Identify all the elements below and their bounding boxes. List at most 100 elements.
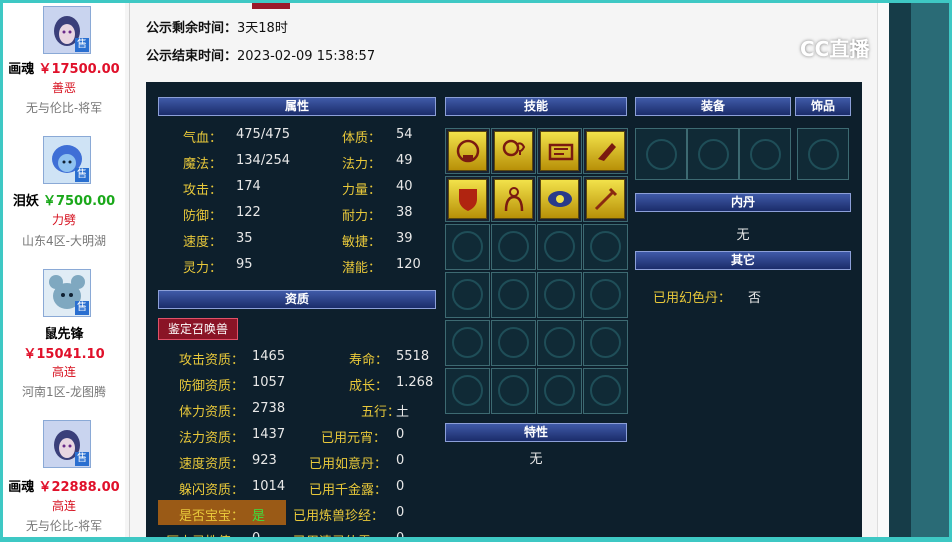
- pet-server: 无与伦比-将军: [25, 519, 103, 533]
- aptitude-value: 923: [252, 453, 277, 468]
- empty-skill-slot[interactable]: [583, 272, 628, 318]
- empty-slot-icon: [590, 279, 621, 310]
- attribute-label: 灵力：: [183, 261, 223, 276]
- pet-price: ￥17500.00: [38, 62, 120, 77]
- attribute-value: 120: [396, 257, 421, 272]
- accessory-slot[interactable]: [797, 128, 849, 180]
- aptitude-label: 已用炼兽珍经：: [293, 509, 385, 524]
- attribute-value: 35: [236, 231, 253, 246]
- skill-tile: [494, 179, 533, 219]
- empty-skill-slot[interactable]: [445, 368, 490, 414]
- aptitude-label: 攻击资质：: [179, 353, 245, 368]
- empty-skill-slot[interactable]: [537, 320, 582, 366]
- skill-slot[interactable]: [445, 128, 490, 174]
- empty-skill-slot[interactable]: [491, 224, 536, 270]
- skill-slot[interactable]: [491, 128, 536, 174]
- empty-slot-icon: [452, 231, 483, 262]
- red-shield-icon: [459, 189, 477, 211]
- pet-avatar[interactable]: 售: [43, 269, 91, 317]
- empty-slot-icon: [452, 279, 483, 310]
- equipment-slot[interactable]: [739, 128, 791, 180]
- aptitude-label: 已用千金露：: [309, 483, 388, 498]
- aptitude-label: 躲闪资质：: [179, 483, 245, 498]
- empty-slot-icon: [590, 327, 621, 358]
- pet-server: 山东4区-大明湖: [22, 234, 106, 248]
- aptitude-value: 0: [396, 505, 405, 520]
- empty-skill-slot[interactable]: [583, 320, 628, 366]
- pet-avatar[interactable]: 售: [43, 420, 91, 468]
- page-frame: 售 画魂 ￥17500.00 善恶 无与伦比-将军 售 泪妖 ￥7500.00 …: [3, 3, 949, 537]
- skill-slot[interactable]: [537, 128, 582, 174]
- empty-skill-slot[interactable]: [537, 224, 582, 270]
- empty-skill-slot[interactable]: [537, 368, 582, 414]
- pet-trait: 高连: [51, 499, 76, 513]
- empty-skill-slot[interactable]: [583, 224, 628, 270]
- attribute-label: 速度：: [183, 235, 223, 250]
- skill-slot[interactable]: [445, 176, 490, 222]
- attribute-value: 40: [396, 179, 413, 194]
- empty-slot-icon: [750, 139, 781, 170]
- empty-slot-icon: [590, 375, 621, 406]
- eye-icon: [548, 191, 572, 207]
- other-value: 否: [748, 291, 762, 306]
- right-strip: [889, 3, 911, 537]
- empty-slot-icon: [544, 279, 575, 310]
- empty-skill-slot[interactable]: [491, 320, 536, 366]
- empty-slot-icon: [544, 375, 575, 406]
- traits-value: 无: [529, 452, 543, 467]
- pet-avatar[interactable]: 售: [43, 136, 91, 184]
- equipment-slot[interactable]: [687, 128, 739, 180]
- aptitude-label: 历史灵性值：: [166, 531, 244, 537]
- empty-skill-slot[interactable]: [491, 272, 536, 318]
- attribute-label: 防御：: [183, 209, 223, 224]
- empty-slot-icon: [646, 139, 677, 170]
- pet-server: 河南1区-龙图腾: [22, 385, 106, 399]
- pet-listing-sidebar: 售 画魂 ￥17500.00 善恶 无与伦比-将军 售 泪妖 ￥7500.00 …: [3, 3, 125, 537]
- notice-end-label: 公示结束时间：: [146, 49, 238, 64]
- empty-skill-slot[interactable]: [445, 224, 490, 270]
- pet-name: 泪妖: [12, 194, 39, 209]
- empty-skill-slot[interactable]: [445, 272, 490, 318]
- question-hand-icon: [502, 139, 526, 157]
- equipment-slot[interactable]: [635, 128, 687, 180]
- attribute-value: 38: [396, 205, 413, 220]
- empty-skill-slot[interactable]: [583, 368, 628, 414]
- attribute-label: 魔法：: [183, 157, 223, 172]
- empty-slot-icon: [498, 375, 529, 406]
- traits-header: 特性: [445, 423, 627, 442]
- pet-avatar[interactable]: 售: [43, 6, 91, 54]
- empty-skill-slot[interactable]: [445, 320, 490, 366]
- neidan-header: 内丹: [635, 193, 851, 212]
- pet-trait: 善恶: [51, 81, 76, 95]
- aptitude-label: 已用清灵仙露：: [293, 531, 384, 537]
- skill-tile: [448, 179, 487, 219]
- empty-slot-icon: [452, 327, 483, 358]
- pet-trait: 力劈: [51, 213, 76, 227]
- aptitude-label: 是否宝宝：: [179, 509, 245, 524]
- skill-slot[interactable]: [583, 176, 628, 222]
- notice-remaining-value: 3天18时: [237, 21, 288, 36]
- skill-slot[interactable]: [537, 176, 582, 222]
- aptitude-value: 0: [396, 427, 405, 442]
- skill-slot[interactable]: [491, 176, 536, 222]
- aptitude-label: 已用元宵：: [321, 431, 387, 446]
- pet-price: ￥15041.10: [23, 347, 105, 362]
- skill-slot[interactable]: [583, 128, 628, 174]
- empty-slot-icon: [544, 231, 575, 262]
- notice-remaining: 公示剩余时间：3天18时: [146, 17, 288, 36]
- sale-badge: 售: [75, 168, 89, 182]
- skill-tile: [586, 131, 625, 171]
- aptitude-value: 1437: [252, 427, 286, 442]
- attribute-value: 134/254: [236, 153, 291, 168]
- appraise-button[interactable]: 鉴定召唤兽: [158, 318, 238, 340]
- skills-header: 技能: [445, 97, 627, 116]
- empty-skill-slot[interactable]: [491, 368, 536, 414]
- skill-tile: [494, 131, 533, 171]
- aptitude-value: 5518: [396, 349, 430, 364]
- empty-skill-slot[interactable]: [537, 272, 582, 318]
- attribute-label: 攻击：: [183, 183, 223, 198]
- shield-medal-icon: [456, 139, 480, 163]
- aptitude-value: 0: [252, 531, 260, 537]
- skill-tile: [448, 131, 487, 171]
- aptitude-value: 土: [396, 405, 410, 420]
